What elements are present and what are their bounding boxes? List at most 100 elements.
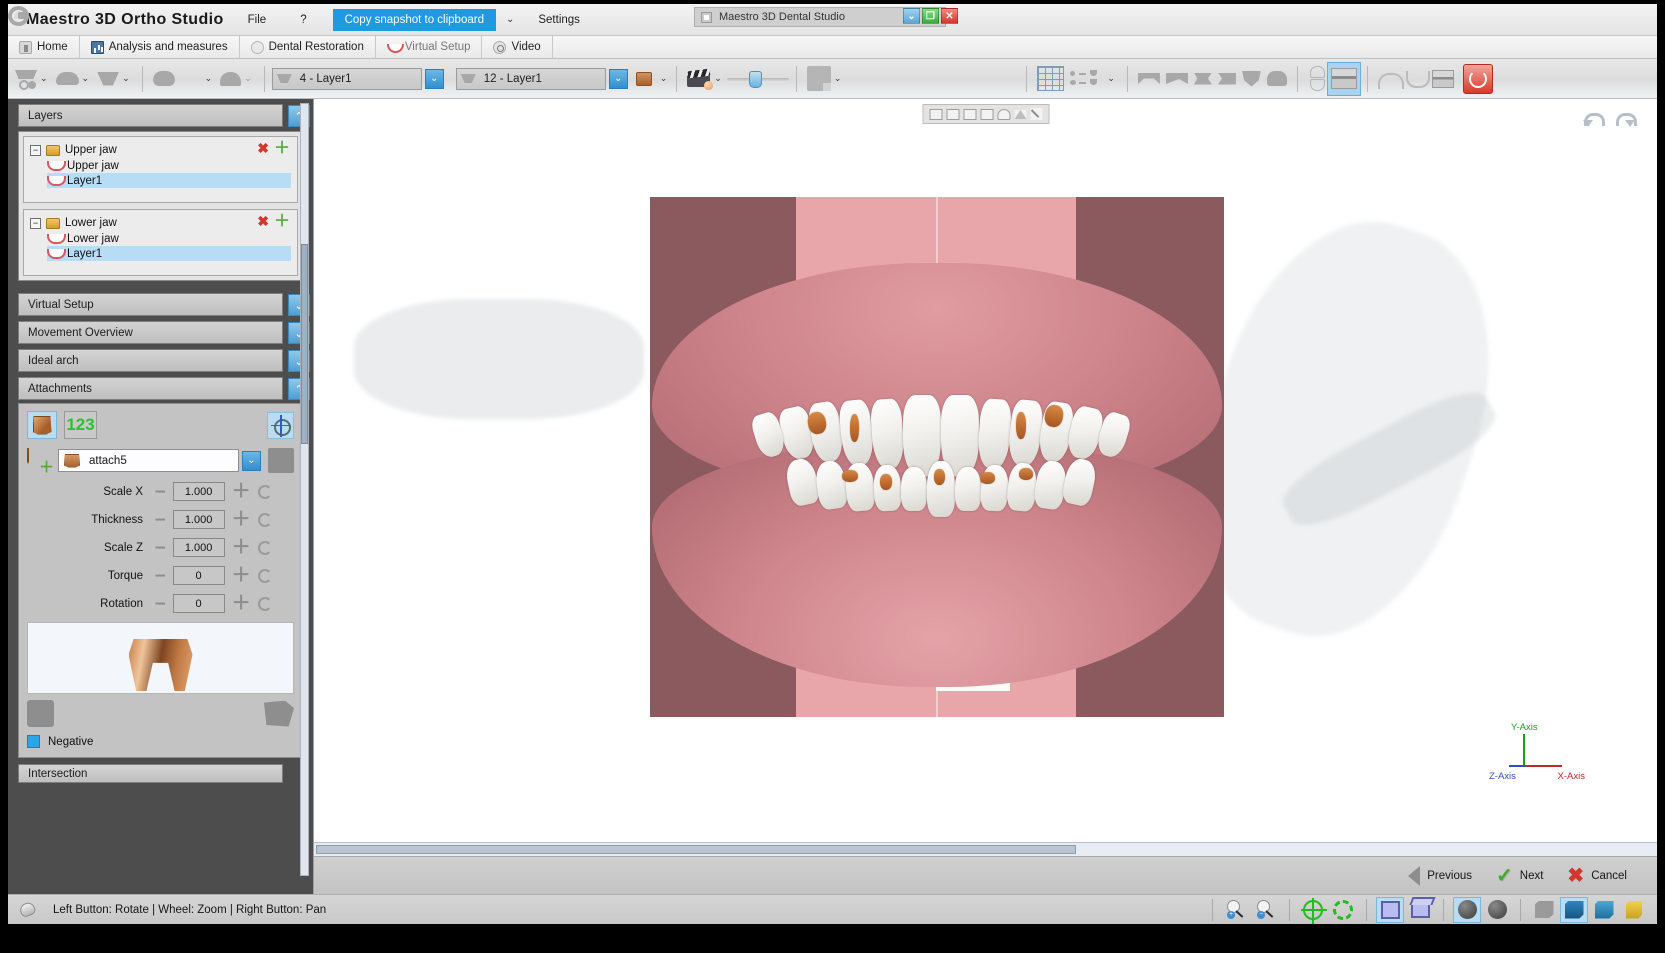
chevron-down-icon[interactable]: ⌄ (712, 73, 724, 84)
bell-view-button[interactable] (1264, 63, 1290, 95)
shading-alt-button[interactable] (1484, 898, 1510, 922)
arch-top-button[interactable]: ⌄ (53, 63, 95, 95)
shield-icon[interactable] (997, 108, 1010, 120)
section-header-intersection[interactable]: Intersection ⌄ (18, 764, 283, 783)
group-icon[interactable] (980, 108, 993, 120)
shading-dark-button[interactable] (1453, 896, 1481, 923)
slider-handle[interactable] (748, 70, 762, 88)
tree-group-row[interactable]: − Upper jaw (30, 142, 291, 158)
zoom-in-button[interactable]: + (1223, 898, 1249, 922)
tree-group-row[interactable]: − Lower jaw (30, 215, 291, 231)
next-button[interactable]: ✓ Next (1484, 866, 1555, 886)
section-header-attachments[interactable]: Attachments ⌃ (18, 377, 310, 400)
tree-item[interactable]: Lower jaw (47, 231, 291, 246)
attachment-marker[interactable] (880, 474, 892, 490)
lower-layer-dropdown-button[interactable]: ⌄ (608, 68, 628, 89)
attachment-icon[interactable] (635, 71, 652, 86)
tab-home[interactable]: Home (8, 36, 80, 58)
cut-arch-button[interactable]: ⌄ (12, 63, 53, 95)
increment-button[interactable]: ＋ (232, 510, 251, 529)
tab-dental-restoration[interactable]: Dental Restoration (240, 36, 376, 58)
chevron-down-icon[interactable]: ⌄ (658, 73, 670, 84)
add-attachment-button[interactable]: ＋ (27, 447, 54, 475)
attachment-library-button[interactable] (268, 448, 294, 473)
add-layer-button[interactable]: ＋ (274, 214, 290, 230)
cancel-button[interactable]: ✖ Cancel (1555, 866, 1639, 886)
decrement-button[interactable]: – (155, 510, 166, 529)
menu-help[interactable]: ? (292, 11, 314, 29)
decrement-button[interactable]: – (155, 594, 166, 613)
upper-layer-combo[interactable]: 4 - Layer1 (271, 67, 422, 90)
lower-arch-view-button[interactable] (1403, 63, 1430, 95)
chevron-down-icon[interactable]: ⌄ (80, 73, 92, 84)
shield-view-button[interactable] (1239, 63, 1264, 95)
attachment-marker[interactable] (934, 469, 945, 485)
viewport-horizontal-scrollbar[interactable] (313, 842, 1657, 856)
attachment-marker[interactable] (980, 472, 995, 484)
window-maximize-button[interactable]: ❐ (922, 8, 939, 24)
grid-view-button[interactable] (1034, 63, 1067, 95)
material-yellow-button[interactable] (1621, 898, 1647, 922)
measure-pen-icon[interactable] (1030, 108, 1042, 120)
tab-analysis-and-measures[interactable]: Analysis and measures (80, 36, 240, 58)
3d-viewport[interactable]: Y-Axis Z-Axis X-Axis (313, 99, 1657, 842)
rotate-view-button[interactable] (1330, 898, 1356, 922)
param-value-input[interactable]: 0 (172, 594, 225, 613)
reset-icon[interactable] (257, 484, 272, 499)
snapshot-dropdown-caret[interactable]: ⌄ (506, 14, 514, 25)
attachment-dropdown-button[interactable]: ⌄ (242, 450, 261, 471)
sidebar-scrollbar-thumb[interactable] (301, 244, 308, 444)
reset-icon[interactable] (257, 568, 272, 583)
copy-snapshot-button[interactable]: Copy snapshot to clipboard (332, 8, 496, 31)
window-minimize-button[interactable]: ⌄ (903, 8, 920, 24)
flat-shade-button[interactable] (1376, 896, 1404, 923)
upper-arch-view-button[interactable] (1375, 63, 1404, 95)
increment-button[interactable]: ＋ (232, 538, 251, 557)
perspective-view-button[interactable] (1407, 898, 1433, 922)
section-header-layers[interactable]: Layers ⌃ (18, 104, 310, 127)
occlusal-photo-button[interactable] (1326, 61, 1361, 96)
section-header-ideal-arch[interactable]: Ideal arch ⌄ (18, 349, 310, 372)
delete-layer-button[interactable]: ✖ (257, 214, 269, 230)
reset-icon[interactable] (257, 540, 272, 555)
sidebar-scrollbar[interactable] (300, 103, 309, 876)
previous-button[interactable]: Previous (1396, 865, 1484, 886)
tooth-lower[interactable] (813, 459, 850, 511)
expander-toggle[interactable]: − (30, 144, 41, 156)
tooth-upper[interactable] (869, 398, 906, 470)
decrement-button[interactable]: – (155, 482, 166, 501)
add-layer-button[interactable]: ＋ (274, 141, 290, 157)
negative-checkbox[interactable] (27, 735, 40, 748)
arch-shape-button[interactable] (150, 63, 178, 95)
opacity-slider[interactable] (726, 64, 789, 94)
triangle-icon[interactable] (1014, 109, 1026, 119)
center-attachment-button[interactable] (267, 411, 294, 439)
tooth-lower[interactable] (1060, 456, 1099, 508)
both-jaws-button[interactable] (1305, 63, 1328, 95)
reset-icon[interactable] (257, 596, 272, 611)
material-blue-button[interactable] (1560, 896, 1588, 923)
redo-icon[interactable] (1615, 111, 1637, 129)
preview-shape-button[interactable] (264, 700, 294, 727)
chevron-down-icon[interactable]: ⌄ (120, 73, 132, 84)
decrement-button[interactable]: – (155, 538, 166, 557)
attachment-marker[interactable] (1016, 412, 1026, 439)
segment-b-button[interactable] (1163, 63, 1191, 95)
chevron-down-icon[interactable]: ⌄ (242, 73, 254, 84)
tree-item[interactable]: Layer1 (47, 246, 291, 261)
power-button[interactable] (1462, 63, 1493, 94)
dome-tool-button[interactable]: ⌄ (217, 63, 257, 95)
tooth-lower-incisor[interactable] (955, 467, 981, 511)
legend-button[interactable]: ⌄ (1067, 63, 1120, 95)
section-header-virtual-setup[interactable]: Virtual Setup ⌄ (18, 293, 310, 316)
material-teal-button[interactable] (1591, 898, 1617, 922)
align-center-icon[interactable] (929, 108, 942, 120)
clip-tool-button[interactable]: ⌄ (178, 63, 218, 95)
increment-button[interactable]: ＋ (232, 594, 251, 613)
movie-render-button[interactable]: ⌄ (684, 63, 727, 95)
menu-settings[interactable]: Settings (528, 11, 590, 29)
segment-d-button[interactable] (1215, 63, 1239, 95)
param-value-input[interactable]: 1.000 (172, 510, 225, 529)
tooth-lower-incisor[interactable] (901, 467, 927, 511)
param-value-input[interactable]: 0 (172, 566, 225, 585)
